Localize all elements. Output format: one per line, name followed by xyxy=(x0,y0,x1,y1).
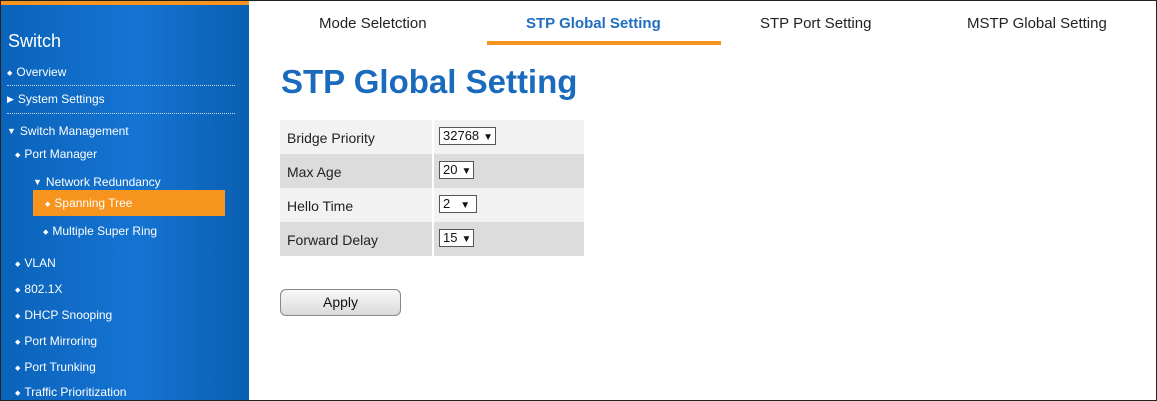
bullet-icon: ◆ xyxy=(15,313,21,320)
sidebar-item-network-redundancy[interactable]: ▼ Network Redundancy xyxy=(1,172,249,192)
triangle-down-icon: ▼ xyxy=(7,126,16,136)
bullet-icon: ◆ xyxy=(7,70,13,77)
sidebar-item-label: VLAN xyxy=(24,256,56,270)
tab-mstp-global-setting[interactable]: MSTP Global Setting xyxy=(967,15,1107,32)
sidebar-item-multiple-super-ring[interactable]: ◆ Multiple Super Ring xyxy=(1,221,249,241)
bullet-icon: ◆ xyxy=(15,261,21,268)
sidebar-item-label: Spanning Tree xyxy=(54,196,133,210)
page-title: STP Global Setting xyxy=(281,63,578,100)
triangle-right-icon: ▶ xyxy=(7,94,14,104)
sidebar-item-label: Switch Management xyxy=(19,124,129,138)
setting-label: Forward Delay xyxy=(287,232,379,248)
sidebar-item-overview[interactable]: ◆ Overview xyxy=(1,62,249,82)
setting-label: Bridge Priority xyxy=(287,130,375,146)
bullet-icon: ◆ xyxy=(45,201,51,208)
setting-row-forward-delay: Forward Delay 15 ▼ xyxy=(280,222,584,256)
bridge-priority-select[interactable]: 32768 ▼ xyxy=(439,127,497,145)
sidebar-item-label: 802.1X xyxy=(24,282,63,296)
hello-time-select[interactable]: 2 ▼ xyxy=(439,195,477,213)
sidebar-item-switch-management[interactable]: ▼ Switch Management xyxy=(1,121,249,141)
bullet-icon: ◆ xyxy=(43,229,49,236)
chevron-down-icon: ▼ xyxy=(483,132,494,143)
sidebar-item-label: Network Redundancy xyxy=(45,175,161,189)
apply-button[interactable]: Apply xyxy=(280,289,401,316)
app-frame: Switch ◆ Overview ▶ System Settings ▼ Switc… xyxy=(0,0,1157,401)
setting-row-max-age: Max Age 20 ▼ xyxy=(280,154,584,188)
active-tab-indicator xyxy=(487,41,721,45)
sidebar-item-label: Traffic Prioritization xyxy=(24,385,127,399)
sidebar-item-label: Overview xyxy=(16,65,67,79)
forward-delay-select[interactable]: 15 ▼ xyxy=(439,229,475,247)
sidebar-item-label: Port Manager xyxy=(24,147,98,161)
sidebar-item-label: Port Mirroring xyxy=(24,334,98,348)
bullet-icon: ◆ xyxy=(15,287,21,294)
triangle-down-icon: ▼ xyxy=(33,177,42,187)
sidebar-item-port-manager[interactable]: ◆ Port Manager xyxy=(1,144,249,164)
tab-bar: Mode Seletction STP Global Setting STP P… xyxy=(249,5,1156,47)
max-age-select[interactable]: 20 ▼ xyxy=(439,161,475,179)
sidebar-item-system-settings[interactable]: ▶ System Settings xyxy=(1,89,249,109)
sidebar-item-dhcp-snooping[interactable]: ◆ DHCP Snooping xyxy=(1,305,249,325)
tab-mode-selection[interactable]: Mode Seletction xyxy=(319,15,427,32)
bullet-icon: ◆ xyxy=(15,365,21,372)
sidebar-item-802-1x[interactable]: ◆ 802.1X xyxy=(1,279,249,299)
bullet-icon: ◆ xyxy=(15,339,21,346)
cell-divider xyxy=(432,222,434,256)
sidebar-item-vlan[interactable]: ◆ VLAN xyxy=(1,253,249,273)
sidebar-item-port-trunking[interactable]: ◆ Port Trunking xyxy=(1,357,249,377)
sidebar-item-label: System Settings xyxy=(17,92,105,106)
setting-row-bridge-priority: Bridge Priority 32768 ▼ xyxy=(280,120,584,154)
tab-stp-port-setting[interactable]: STP Port Setting xyxy=(760,15,871,32)
cell-divider xyxy=(432,188,434,222)
setting-row-hello-time: Hello Time 2 ▼ xyxy=(280,188,584,222)
tab-stp-global-setting[interactable]: STP Global Setting xyxy=(526,15,661,32)
sidebar-item-port-mirroring[interactable]: ◆ Port Mirroring xyxy=(1,331,249,351)
sidebar-title: Switch xyxy=(8,31,62,51)
sidebar-divider xyxy=(7,113,235,114)
chevron-down-icon: ▼ xyxy=(461,166,472,177)
chevron-down-icon: ▼ xyxy=(460,200,471,211)
cell-divider xyxy=(432,154,434,188)
bullet-icon: ◆ xyxy=(15,152,21,159)
sidebar-divider xyxy=(7,85,235,86)
sidebar-item-spanning-tree[interactable]: ◆ Spanning Tree xyxy=(33,190,225,216)
sidebar-item-label: DHCP Snooping xyxy=(24,308,113,322)
cell-divider xyxy=(432,120,434,154)
sidebar-item-traffic-prioritization[interactable]: ◆ Traffic Prioritization xyxy=(1,382,249,400)
sidebar-item-label: Port Trunking xyxy=(24,360,96,374)
setting-label: Hello Time xyxy=(287,198,354,214)
bullet-icon: ◆ xyxy=(15,390,21,397)
chevron-down-icon: ▼ xyxy=(461,234,472,245)
stp-settings-table: Bridge Priority 32768 ▼ Max Age 20 ▼ Hello… xyxy=(280,120,584,256)
sidebar: Switch ◆ Overview ▶ System Settings ▼ Switc… xyxy=(1,5,249,400)
sidebar-item-label: Multiple Super Ring xyxy=(52,224,158,238)
setting-label: Max Age xyxy=(287,164,342,180)
